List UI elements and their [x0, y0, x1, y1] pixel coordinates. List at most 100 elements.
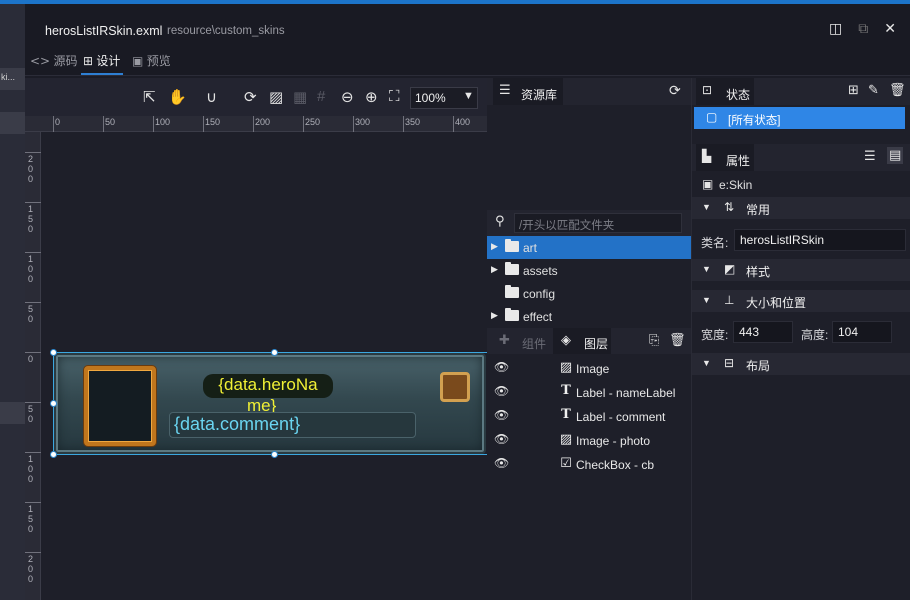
group-style[interactable]: ▼ ◩ 样式 — [692, 259, 910, 281]
layer-row[interactable]: 👁 ☑ CheckBox - cb — [487, 452, 691, 476]
trash-icon[interactable]: 🗑 — [889, 83, 906, 98]
ruler-tick — [25, 452, 41, 453]
tab-resources[interactable]: ☰ 资源库 — [493, 78, 563, 105]
tree-item-config[interactable]: config — [487, 282, 691, 305]
skin-selection-box[interactable]: {data.heroNa me} {data.comment} — [50, 349, 487, 458]
trash-icon[interactable]: 🗑 — [669, 333, 686, 348]
eye-icon[interactable]: 👁 — [494, 384, 509, 398]
refresh-icon[interactable]: ⟳ — [244, 88, 257, 106]
zoom-in-icon[interactable]: ⊕ — [365, 88, 378, 106]
image-icon: ▨ — [559, 431, 573, 446]
group-size-position[interactable]: ▼ ⊥ 大小和位置 — [692, 290, 910, 312]
ruler-tick — [403, 116, 404, 132]
expand-arrow-icon[interactable]: ▶ — [491, 310, 498, 321]
tab-preview[interactable]: ▣ 预览 — [132, 52, 171, 69]
skin-background-image[interactable]: {data.heroNa me} {data.comment} — [54, 353, 486, 454]
width-label: 宽度: — [701, 328, 729, 342]
add-state-icon[interactable]: ⊞ — [848, 83, 859, 98]
tab-properties[interactable]: ▙ 属性 — [696, 144, 754, 171]
design-canvas-area[interactable]: ⇱ ✋ ∪ ⟳ ▨ ▦ # ⊖ ⊕ ⛶ 100% ▼ 0 50 100 150 … — [25, 78, 487, 600]
grid-icon[interactable]: ▦ — [293, 88, 307, 106]
close-icon[interactable]: ✕ — [884, 20, 896, 37]
ruler-tick — [25, 202, 41, 203]
eye-icon[interactable]: 👁 — [494, 432, 509, 446]
export-icon[interactable]: ⎘ — [649, 333, 659, 348]
resize-handle[interactable] — [50, 400, 57, 407]
state-panel-header: ⊡ 状态 ⊞ ✎ 🗑 — [692, 78, 910, 105]
fit-screen-icon[interactable]: ⛶ — [389, 88, 400, 105]
side-tab[interactable] — [0, 402, 25, 424]
layer-row[interactable]: 👁 T Label - nameLabel — [487, 380, 691, 404]
expand-arrow-icon[interactable]: ▶ — [491, 264, 498, 275]
file-name: herosListIRSkin.exml — [45, 24, 163, 38]
tab-states[interactable]: ⊡ 状态 — [696, 78, 754, 105]
hash-grid-icon[interactable]: # — [317, 88, 325, 105]
tree-item-effect[interactable]: ▶ effect — [487, 305, 691, 328]
name-label[interactable]: {data.heroNa — [203, 374, 333, 398]
side-tab-ki[interactable]: ki... — [0, 68, 25, 90]
tree-item-art[interactable]: ▶ art — [487, 236, 691, 259]
select-arrow-icon[interactable]: ⇱ — [143, 88, 156, 106]
hero-photo-frame[interactable] — [84, 366, 156, 446]
layer-label: Label - comment — [576, 410, 666, 424]
comment-label[interactable]: {data.comment} — [169, 412, 416, 438]
eye-icon[interactable]: 👁 — [494, 456, 509, 470]
ruler-label: 400 — [455, 117, 471, 127]
resize-handle[interactable] — [50, 451, 57, 458]
design-icon: ⊞ — [83, 54, 94, 68]
list-view-icon[interactable]: ☰ — [864, 149, 876, 164]
code-icon: <> — [30, 54, 51, 68]
state-item-all[interactable]: ▢ [所有状态] — [694, 107, 905, 129]
ruler-label: 250 — [305, 117, 321, 127]
ruler-label: 100 — [155, 117, 171, 127]
tab-components[interactable]: 组件 — [522, 335, 546, 352]
collapse-caret-icon: ▼ — [702, 264, 711, 274]
file-path: resource\custom_skins — [167, 25, 285, 37]
hand-pan-icon[interactable]: ✋ — [168, 88, 187, 106]
vertical-ruler: 200 150 100 50 0 50 100 150 200 — [25, 132, 41, 600]
checkbox-cb[interactable] — [440, 372, 470, 402]
split-view-icon[interactable]: ◫ — [829, 20, 842, 37]
grid-view-icon[interactable]: ▤ — [887, 147, 904, 164]
zoom-out-icon[interactable]: ⊖ — [341, 88, 354, 106]
tree-item-assets[interactable]: ▶ assets — [487, 259, 691, 282]
expand-arrow-icon[interactable]: ▶ — [491, 241, 498, 252]
zoom-select[interactable]: 100% ▼ — [410, 87, 478, 109]
eye-icon[interactable]: 👁 — [494, 408, 509, 422]
layer-row[interactable]: 👁 T Label - comment — [487, 404, 691, 428]
edit-icon[interactable]: ✎ — [868, 83, 879, 98]
resize-handle[interactable] — [50, 349, 57, 356]
height-input[interactable]: 104 — [832, 321, 892, 343]
eye-icon[interactable]: 👁 — [494, 360, 509, 374]
state-item-label: [所有状态] — [728, 115, 781, 127]
image-icon[interactable]: ▨ — [269, 88, 283, 106]
resize-handle[interactable] — [271, 451, 278, 458]
width-input[interactable]: 443 — [733, 321, 793, 343]
class-name-label: 类名: — [701, 236, 729, 250]
canvas-toolbar: ⇱ ✋ ∪ ⟳ ▨ ▦ # ⊖ ⊕ ⛶ 100% ▼ — [25, 78, 487, 116]
tree-item-label: assets — [523, 264, 558, 278]
ruler-tick — [53, 116, 54, 132]
title-bar-actions: ◫ ⧉ ✕ — [829, 20, 896, 37]
layer-row[interactable]: 👁 ▨ Image — [487, 356, 691, 380]
side-tab-label: ki... — [1, 72, 16, 82]
layer-row[interactable]: 👁 ▨ Image - photo — [487, 428, 691, 452]
tab-design[interactable]: ⊞ 设计 — [83, 52, 120, 69]
folder-icon — [505, 285, 519, 298]
ruler-label: 350 — [405, 117, 421, 127]
refresh-icon[interactable]: ⟳ — [669, 83, 681, 99]
ruler-tick — [25, 302, 41, 303]
resize-handle[interactable] — [271, 349, 278, 356]
tab-source[interactable]: <> 源码 — [30, 52, 77, 69]
magnet-snap-icon[interactable]: ∪ — [206, 88, 217, 106]
tab-layers[interactable]: ◈ 图层 — [553, 328, 611, 354]
group-layout[interactable]: ▼ ⊟ 布局 — [692, 353, 910, 375]
side-tab[interactable] — [0, 112, 25, 134]
resource-search-bar: ⚲ /开头以匹配文件夹 — [487, 210, 691, 236]
ruler-label: 200 — [28, 154, 34, 184]
ruler-label: 150 — [28, 504, 34, 534]
group-common[interactable]: ▼ ⇅ 常用 — [692, 197, 910, 219]
resource-search-input[interactable]: /开头以匹配文件夹 — [514, 213, 682, 233]
class-name-input[interactable]: herosListIRSkin — [734, 229, 906, 251]
popout-icon[interactable]: ⧉ — [858, 20, 868, 37]
